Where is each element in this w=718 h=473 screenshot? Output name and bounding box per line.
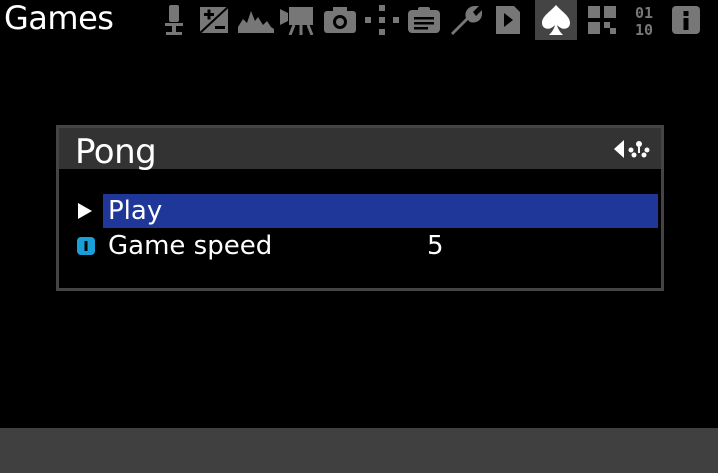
play-arrow-icon xyxy=(78,203,92,219)
panel-header: Pong xyxy=(59,128,661,172)
modules-icon xyxy=(588,6,616,34)
tab-scripts[interactable] xyxy=(489,0,527,40)
bottom-bar xyxy=(0,428,718,473)
tab-info[interactable] xyxy=(667,0,705,40)
tab-clipboard[interactable] xyxy=(405,0,443,40)
panel-title: Pong xyxy=(75,132,157,172)
joystick-icon xyxy=(628,141,650,158)
spade-icon xyxy=(542,5,570,35)
tab-histogram[interactable] xyxy=(237,0,275,40)
movie-camera-icon xyxy=(280,7,314,35)
tab-movie[interactable] xyxy=(279,0,317,40)
back-arrow-icon[interactable] xyxy=(614,140,624,158)
tab-modules[interactable] xyxy=(583,0,621,40)
submenu-panel: Pong Play Game speed 5 xyxy=(56,125,664,291)
tab-debug[interactable]: 01 10 xyxy=(625,0,663,40)
top-bar: Games 01 10 xyxy=(0,0,718,40)
histogram-icon xyxy=(238,11,274,33)
menu-item-label: Play xyxy=(108,196,163,226)
tab-games[interactable] xyxy=(535,0,577,40)
svg-text:01: 01 xyxy=(635,4,653,22)
tab-setup[interactable] xyxy=(447,0,485,40)
info-icon xyxy=(672,6,700,34)
camera-icon xyxy=(324,7,356,33)
binary-icon: 01 10 xyxy=(635,4,653,37)
menu-item-value: 5 xyxy=(427,231,444,261)
menu-item-play[interactable]: Play xyxy=(59,194,661,228)
clipboard-icon xyxy=(408,7,440,33)
slider-toggle-icon xyxy=(77,237,95,255)
svg-text:10: 10 xyxy=(635,21,653,37)
exposure-icon xyxy=(199,6,229,34)
wrench-icon xyxy=(451,6,482,35)
panel-header-icons xyxy=(614,140,651,158)
microphone-icon xyxy=(165,5,183,35)
menu-title: Games xyxy=(4,0,114,37)
menu-item-label: Game speed xyxy=(108,231,273,261)
tab-focus[interactable] xyxy=(363,0,401,40)
tab-exposure[interactable] xyxy=(195,0,233,40)
focus-points-icon xyxy=(365,5,399,35)
tab-shoot[interactable] xyxy=(321,0,359,40)
selection-highlight xyxy=(103,194,658,228)
tab-audio[interactable] xyxy=(155,0,193,40)
play-file-icon xyxy=(496,6,520,34)
menu-item-game-speed[interactable]: Game speed 5 xyxy=(59,229,661,263)
